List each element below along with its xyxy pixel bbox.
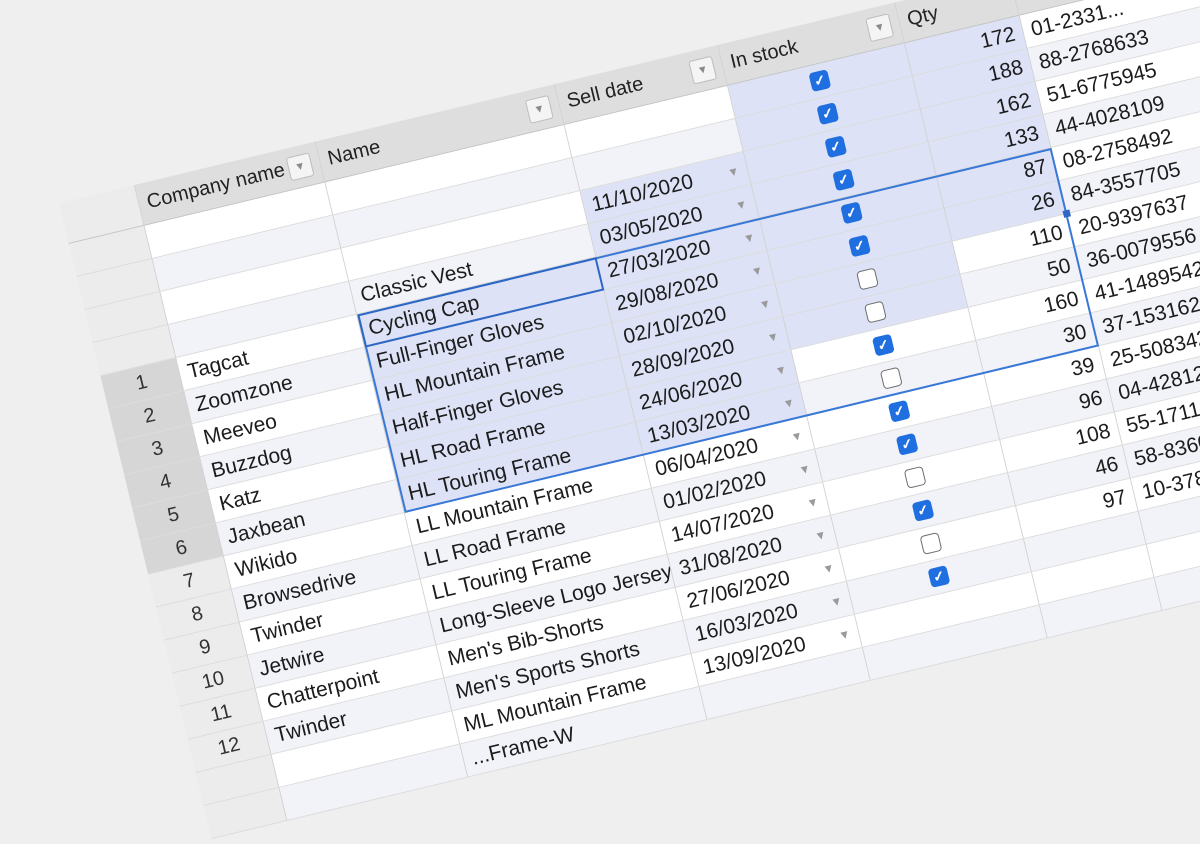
checkbox-icon[interactable]: ✓ [911, 498, 935, 522]
checkbox-icon[interactable]: ✓ [887, 399, 911, 423]
chevron-down-icon[interactable]: ▼ [829, 593, 844, 609]
checkbox-icon[interactable]: ✓ [832, 168, 856, 192]
checkbox-icon[interactable] [863, 300, 887, 324]
row-number: 5 [165, 503, 182, 528]
company-cell-value: Katz [216, 482, 264, 516]
chevron-down-icon[interactable]: ▼ [797, 461, 812, 477]
column-header-label: Qty [905, 1, 941, 31]
chevron-down-icon[interactable]: ▼ [765, 328, 780, 344]
chevron-down-icon[interactable]: ▼ [805, 494, 820, 510]
chevron-down-icon[interactable]: ▼ [781, 395, 796, 411]
chevron-down-icon[interactable]: ▼ [734, 196, 749, 212]
qty-cell-value: 87 [1021, 154, 1050, 183]
checkbox-icon[interactable]: ✓ [824, 135, 848, 159]
qty-cell-value: 97 [1100, 484, 1129, 513]
qty-cell-value: 30 [1060, 319, 1089, 348]
qty-cell-value: 46 [1092, 451, 1121, 480]
checkbox-icon[interactable]: ✓ [808, 69, 832, 93]
row-number: 4 [157, 469, 174, 494]
qty-cell-value: 108 [1073, 418, 1113, 450]
filter-dropdown-icon[interactable]: ▼ [865, 12, 895, 42]
qty-cell-value: 96 [1076, 385, 1105, 414]
checkbox-icon[interactable]: ✓ [927, 565, 951, 588]
row-number: 1 [133, 370, 150, 395]
checkbox-icon[interactable] [903, 465, 927, 489]
checkbox-icon[interactable]: ✓ [895, 432, 919, 456]
qty-cell-value: 160 [1041, 286, 1081, 318]
checkbox-icon[interactable]: ✓ [848, 234, 872, 258]
data-table: Company name ▼ Name ▼ Sell date ▼ In sto… [58, 0, 1200, 840]
checkbox-icon[interactable] [856, 267, 879, 291]
qty-cell-value: 26 [1029, 187, 1058, 216]
qty-cell-value: 133 [1001, 121, 1042, 152]
chevron-down-icon[interactable]: ▼ [813, 527, 828, 543]
qty-cell-value: 39 [1068, 352, 1097, 381]
checkbox-icon[interactable]: ✓ [840, 201, 864, 225]
chevron-down-icon[interactable]: ▼ [789, 428, 804, 444]
checkbox-icon[interactable]: ✓ [816, 102, 840, 126]
checkbox-icon[interactable]: ✓ [871, 333, 895, 357]
checkbox-icon[interactable] [879, 366, 903, 390]
row-number: 2 [141, 403, 158, 428]
filter-dropdown-icon[interactable]: ▼ [524, 94, 554, 124]
row-number: 7 [181, 569, 198, 594]
row-number: 12 [215, 733, 243, 760]
checkbox-icon[interactable] [919, 532, 943, 555]
row-number: 9 [197, 635, 214, 660]
chevron-down-icon[interactable]: ▼ [726, 163, 741, 179]
row-number: 8 [189, 602, 206, 627]
qty-cell-value: 110 [1027, 220, 1066, 251]
row-number: 3 [149, 436, 166, 461]
chevron-down-icon[interactable]: ▼ [837, 626, 852, 642]
qty-cell-value: 50 [1044, 253, 1073, 282]
row-number: 6 [173, 536, 190, 561]
qty-cell-value: 188 [985, 55, 1026, 86]
qty-cell-value: 172 [977, 22, 1018, 53]
chevron-down-icon[interactable]: ▼ [750, 262, 765, 278]
spreadsheet-grid: Company name ▼ Name ▼ Sell date ▼ In sto… [0, 0, 1200, 840]
chevron-down-icon[interactable]: ▼ [742, 229, 757, 245]
chevron-down-icon[interactable]: ▼ [758, 295, 773, 311]
chevron-down-icon[interactable]: ▼ [821, 560, 836, 576]
row-number: 11 [208, 700, 234, 727]
filter-dropdown-icon[interactable]: ▼ [285, 151, 315, 181]
column-header-label: In stock [728, 35, 801, 74]
chevron-down-icon[interactable]: ▼ [773, 362, 788, 378]
qty-cell-value: 162 [993, 88, 1034, 119]
column-header-label: Name [325, 135, 383, 170]
filter-dropdown-icon[interactable]: ▼ [688, 55, 718, 85]
row-number: 10 [199, 667, 227, 694]
